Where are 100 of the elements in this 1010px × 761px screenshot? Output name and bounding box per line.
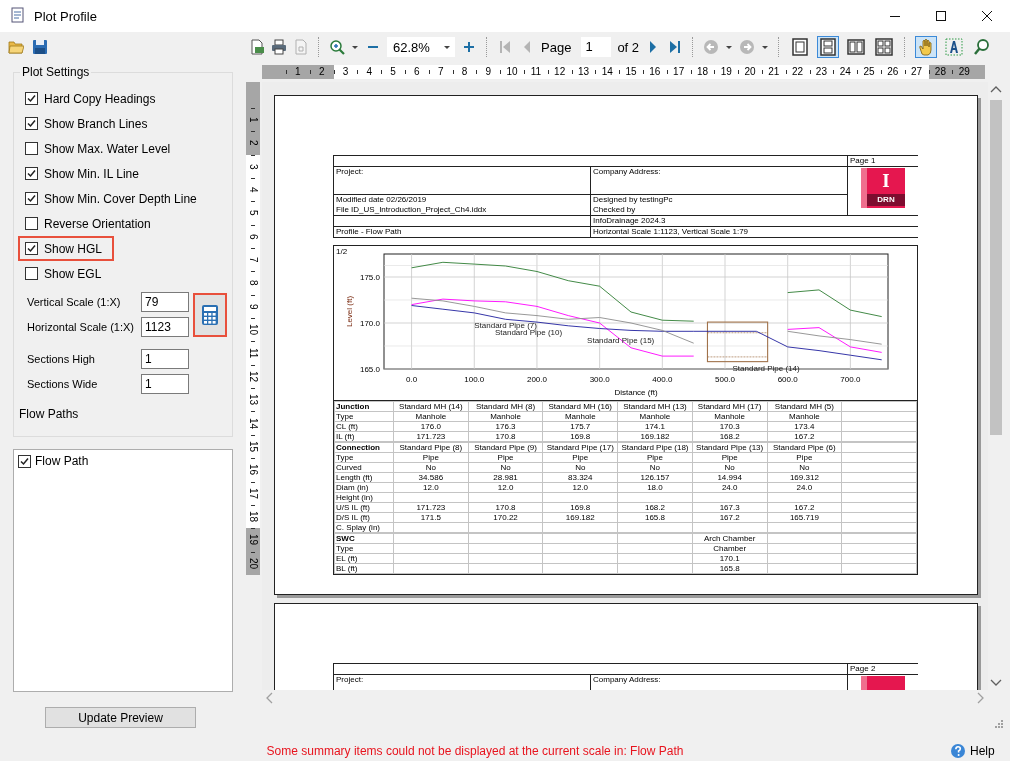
ruler-margin — [262, 65, 286, 79]
magnifier-icon — [973, 38, 992, 56]
window-title: Plot Profile — [34, 8, 98, 24]
axis-title: Level (ft) — [345, 295, 354, 328]
list-item[interactable]: Flow Path — [35, 454, 89, 468]
help-icon[interactable] — [950, 742, 966, 759]
axis-title: Distance (ft) — [614, 388, 658, 397]
plus-icon[interactable] — [461, 39, 477, 55]
ruler-number: 15 — [246, 434, 260, 459]
ruler-number: 1 — [286, 65, 310, 79]
ruler-number: 6 — [405, 65, 429, 79]
tick-label: 500.0 — [715, 375, 736, 384]
checkbox[interactable] — [25, 117, 38, 130]
text-select-icon — [945, 38, 964, 56]
help-link[interactable]: Help — [970, 743, 995, 758]
ruler-number: 2 — [246, 131, 260, 155]
table-cell: Manhole — [542, 411, 618, 422]
ruler-number: 8 — [246, 271, 260, 295]
checkbox-label[interactable]: Show Min. IL Line — [44, 166, 139, 181]
table-cell: Chamber — [692, 543, 767, 554]
input-field[interactable]: 79 — [141, 292, 189, 312]
checkbox-label[interactable]: Show EGL — [44, 266, 102, 281]
table-cell: 169.182 — [617, 431, 693, 442]
table-cell: CL (ft) — [334, 421, 394, 432]
table-cell: 14.994 — [692, 472, 767, 483]
ruler-number: 6 — [246, 224, 260, 249]
checkbox-label[interactable]: Show Max. Water Level — [44, 141, 171, 156]
tick-label: 300.0 — [589, 375, 610, 384]
table-cell: 169.8 — [542, 502, 618, 513]
ruler-number: 13 — [571, 65, 596, 79]
tick-label: 0.0 — [406, 375, 418, 384]
calculator-button[interactable] — [193, 292, 227, 337]
caret-icon[interactable] — [351, 43, 359, 51]
caret-icon[interactable] — [761, 43, 770, 51]
table-cell: No — [393, 462, 469, 473]
checkbox-label[interactable]: Show HGL — [44, 241, 103, 256]
save-icon[interactable] — [32, 39, 48, 55]
update-preview-button[interactable]: Update Preview — [45, 707, 196, 728]
ruler-number: 9 — [476, 65, 501, 79]
checkbox[interactable] — [25, 92, 38, 105]
zoom-in-icon[interactable] — [329, 39, 345, 55]
view-mode-button[interactable] — [817, 36, 840, 58]
table-cell: 34.586 — [393, 472, 469, 483]
checkbox[interactable] — [25, 267, 38, 280]
table-cell: 169.8 — [542, 431, 618, 442]
table-cell: 170.3 — [692, 421, 767, 432]
table-cell: Junction — [334, 401, 394, 412]
field-label: Horizontal Scale (1:X) — [27, 321, 135, 333]
ruler-number: 29 — [952, 65, 977, 79]
checkbox[interactable] — [25, 142, 38, 155]
checkbox[interactable] — [25, 167, 38, 180]
table-cell: 12.0 — [468, 482, 543, 493]
table-cell: 165.8 — [692, 563, 767, 574]
page-count: of 2 — [617, 39, 640, 55]
table-cell: 168.2 — [617, 502, 693, 513]
table-cell: Pipe — [617, 452, 693, 463]
resize-grip-icon[interactable] — [992, 717, 1004, 729]
view-mode-button[interactable] — [873, 36, 896, 58]
caret-icon[interactable] — [725, 43, 734, 51]
checkbox-label[interactable]: Hard Copy Headings — [44, 91, 156, 106]
ruler-number: 14 — [246, 411, 260, 435]
table-cell: Type — [334, 543, 394, 554]
tool-button[interactable] — [915, 36, 938, 58]
input-field[interactable]: 1 — [141, 349, 189, 369]
document-icon[interactable] — [249, 39, 265, 55]
checkbox-label[interactable]: Show Branch Lines — [44, 116, 148, 131]
page-number: Page 2 — [848, 664, 918, 674]
table-cell: BL (ft) — [334, 563, 394, 574]
folder-icon[interactable] — [8, 39, 24, 55]
checkbox-label[interactable]: Show Min. Cover Depth Line — [44, 191, 197, 206]
ruler-number: 16 — [246, 458, 260, 482]
ruler-number: 12 — [547, 65, 572, 79]
ruler-number: 28 — [928, 65, 953, 79]
view-mode-button[interactable] — [845, 36, 868, 58]
checkbox[interactable] — [25, 242, 38, 255]
page-field[interactable]: 1 — [581, 37, 612, 57]
checkbox[interactable] — [25, 192, 38, 205]
table-cell: Connection — [334, 442, 394, 453]
checkbox-label[interactable]: Reverse Orientation — [44, 216, 151, 231]
checkbox[interactable] — [25, 217, 38, 230]
table-cell: Standard MH (16) — [542, 401, 618, 412]
maximize-icon[interactable] — [936, 11, 946, 21]
checkbox[interactable] — [18, 454, 31, 468]
tool-button[interactable] — [943, 36, 966, 58]
close-icon[interactable] — [982, 11, 992, 21]
caret-icon[interactable] — [443, 43, 451, 51]
table-cell: Standard MH (8) — [468, 401, 543, 412]
header-field: Checked by — [593, 204, 845, 214]
zoom-dropdown[interactable]: 62.8% — [387, 37, 455, 57]
table-cell: Length (ft) — [334, 472, 394, 483]
table-cell: 167.2 — [767, 502, 842, 513]
table-cell: 170.8 — [468, 431, 543, 442]
header-field: Project: — [334, 675, 590, 690]
input-field[interactable]: 1 — [141, 374, 189, 394]
pipe-label: Standard Pipe (15) — [587, 336, 655, 346]
input-field[interactable]: 1123 — [141, 317, 189, 337]
single-page-icon — [791, 38, 810, 56]
print-icon[interactable] — [271, 39, 287, 55]
ruler-number: 23 — [809, 65, 834, 79]
tick-label: 165.0 — [359, 365, 380, 374]
